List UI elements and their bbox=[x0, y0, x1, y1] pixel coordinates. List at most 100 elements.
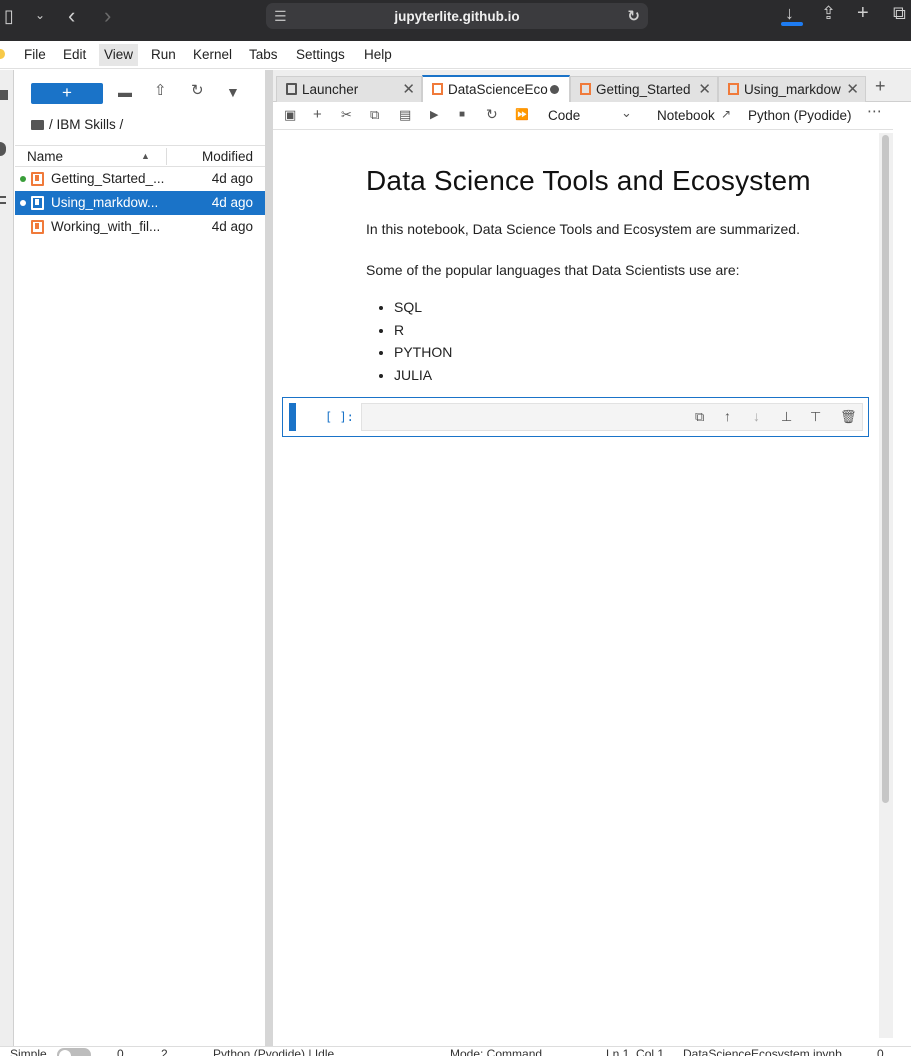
menu-run[interactable]: Run bbox=[146, 44, 181, 66]
tab-using-markdown[interactable]: Using_markdow ✕ bbox=[718, 76, 866, 102]
cell-type-select[interactable]: Code bbox=[548, 108, 580, 123]
languages-list: SQL R PYTHON JULIA bbox=[394, 296, 452, 386]
menu-settings[interactable]: Settings bbox=[291, 44, 350, 66]
toc-icon[interactable] bbox=[0, 196, 6, 204]
notebook-scrollbar[interactable] bbox=[879, 133, 893, 1038]
notification-count[interactable]: 0 bbox=[877, 1048, 884, 1056]
back-icon[interactable]: ‹ bbox=[68, 5, 75, 27]
open-external-icon[interactable]: ↗ bbox=[721, 108, 731, 120]
save-icon[interactable]: ▣ bbox=[284, 108, 296, 121]
name-column-header[interactable]: Name bbox=[27, 149, 63, 164]
filter-icon[interactable]: ▼ bbox=[226, 85, 240, 99]
run-icon[interactable]: ▶ bbox=[430, 110, 438, 121]
jupyter-menubar: File Edit View Run Kernel Tabs Settings … bbox=[0, 41, 911, 69]
paste-icon[interactable]: ▤ bbox=[399, 108, 411, 121]
cursor-position[interactable]: Ln 1, Col 1 bbox=[606, 1048, 664, 1056]
terminal-count[interactable]: 0 bbox=[117, 1048, 124, 1056]
menu-tabs[interactable]: Tabs bbox=[244, 44, 283, 66]
tab-launcher[interactable]: Launcher ✕ bbox=[276, 76, 422, 102]
file-row[interactable]: Working_with_fil... 4d ago bbox=[15, 215, 265, 239]
sidebar-toggle-icon[interactable]: ▯ bbox=[4, 7, 14, 25]
close-icon[interactable]: ✕ bbox=[402, 80, 415, 98]
code-cell[interactable]: [ ]: ⧉ ↑ ↓ ⊥ ⊤ 🗑 bbox=[282, 397, 869, 437]
panel-splitter[interactable] bbox=[265, 70, 273, 1056]
status-bar: Simple 0 2 Python (Pyodide) | Idle Mode:… bbox=[0, 1046, 911, 1056]
command-mode: Mode: Command bbox=[450, 1047, 543, 1056]
run-all-icon[interactable]: ⏩ bbox=[515, 110, 529, 121]
tab-label: Using_markdow bbox=[744, 82, 841, 97]
kernel-count[interactable]: 2 bbox=[161, 1048, 168, 1056]
unsaved-indicator-icon[interactable] bbox=[550, 85, 559, 94]
add-tab-icon[interactable]: + bbox=[875, 76, 886, 97]
running-indicator-icon bbox=[20, 176, 26, 182]
file-name: Using_markdow... bbox=[51, 195, 159, 210]
file-browser-toolbar: + ▬ ⇧ ↻ ▼ bbox=[15, 70, 265, 112]
insert-cell-icon[interactable]: + bbox=[313, 107, 322, 122]
running-indicator-icon bbox=[20, 200, 26, 206]
notebook-heading: Data Science Tools and Ecosystem bbox=[366, 165, 811, 196]
file-modified: 4d ago bbox=[211, 219, 253, 234]
intro-paragraph: In this notebook, Data Science Tools and… bbox=[366, 221, 800, 237]
url-text: jupyterlite.github.io bbox=[394, 8, 520, 24]
new-launcher-button[interactable]: + bbox=[31, 83, 103, 104]
cell-collapser[interactable] bbox=[289, 403, 296, 431]
tab-overview-icon[interactable]: ⧉ bbox=[893, 4, 906, 22]
list-item: PYTHON bbox=[394, 341, 452, 364]
sort-ascending-icon: ▲ bbox=[141, 151, 150, 161]
new-folder-icon[interactable]: ▬ bbox=[118, 85, 132, 99]
kernel-status[interactable]: Python (Pyodide) | Idle bbox=[213, 1048, 334, 1056]
upload-icon[interactable]: ⇧ bbox=[154, 83, 167, 98]
notebook-toolbar: ▣ + ✂ ⧉ ▤ ▶ ■ ↻ ⏩ Code ⌄ Notebook ↗ Pyth… bbox=[273, 102, 893, 130]
copy-icon[interactable]: ⧉ bbox=[370, 108, 379, 121]
file-browser-icon[interactable] bbox=[0, 90, 8, 100]
menu-view[interactable]: View bbox=[99, 44, 139, 66]
chevron-down-icon[interactable]: ⌄ bbox=[35, 9, 45, 21]
list-item: JULIA bbox=[394, 364, 452, 387]
move-up-icon[interactable]: ↑ bbox=[724, 409, 731, 423]
file-list-header: Name ▲ Modified bbox=[15, 145, 265, 167]
chevron-down-icon[interactable]: ⌄ bbox=[621, 105, 632, 121]
restart-icon[interactable]: ↻ bbox=[486, 107, 498, 121]
address-bar[interactable]: ☰ jupyterlite.github.io ↻ bbox=[266, 3, 648, 29]
document-tabbar: Launcher ✕ DataScienceEco Getting_Starte… bbox=[273, 70, 911, 102]
menu-edit[interactable]: Edit bbox=[58, 44, 91, 66]
delete-cell-icon[interactable]: 🗑 bbox=[840, 410, 857, 423]
modified-column-header[interactable]: Modified bbox=[202, 149, 253, 164]
menu-help[interactable]: Help bbox=[359, 44, 397, 66]
refresh-icon[interactable]: ↻ bbox=[191, 83, 204, 98]
duplicate-cell-icon[interactable]: ⧉ bbox=[695, 410, 704, 423]
file-modified: 4d ago bbox=[211, 195, 253, 210]
file-row[interactable]: Getting_Started_... 4d ago bbox=[15, 167, 265, 191]
file-row[interactable]: Using_markdow... 4d ago bbox=[15, 191, 265, 215]
stop-icon[interactable]: ■ bbox=[459, 110, 465, 120]
insert-above-icon[interactable]: ⊥ bbox=[781, 410, 792, 423]
file-name: Getting_Started_... bbox=[51, 171, 165, 186]
status-filename: DataScienceEcosystem.ipynb bbox=[683, 1047, 842, 1056]
simple-mode-toggle[interactable] bbox=[57, 1048, 91, 1056]
breadcrumb-path[interactable]: / IBM Skills / bbox=[49, 117, 123, 132]
tab-datascienceeco[interactable]: DataScienceEco bbox=[422, 75, 570, 102]
column-divider[interactable] bbox=[166, 148, 167, 165]
tab-getting-started[interactable]: Getting_Started ✕ bbox=[570, 76, 718, 102]
menu-file[interactable]: File bbox=[19, 44, 51, 66]
kernel-name[interactable]: Python (Pyodide) bbox=[748, 108, 852, 123]
code-editor[interactable]: ⧉ ↑ ↓ ⊥ ⊤ 🗑 bbox=[361, 403, 863, 431]
more-icon[interactable]: ⋯ bbox=[867, 104, 882, 119]
menu-kernel[interactable]: Kernel bbox=[188, 44, 237, 66]
scrollbar-thumb[interactable] bbox=[882, 135, 889, 803]
move-down-icon[interactable]: ↓ bbox=[753, 409, 760, 423]
reload-icon[interactable]: ↻ bbox=[627, 7, 640, 25]
insert-below-icon[interactable]: ⊤ bbox=[810, 410, 821, 423]
cut-icon[interactable]: ✂ bbox=[341, 108, 352, 121]
download-icon[interactable]: ↓ bbox=[785, 4, 794, 22]
notebook-view-label[interactable]: Notebook bbox=[657, 108, 715, 123]
new-tab-icon[interactable]: + bbox=[857, 3, 869, 23]
close-icon[interactable]: ✕ bbox=[698, 80, 711, 98]
page-settings-icon[interactable]: ☰ bbox=[274, 8, 287, 25]
folder-icon[interactable] bbox=[31, 119, 44, 130]
notebook-icon bbox=[31, 220, 44, 234]
share-icon[interactable]: ⇪ bbox=[821, 4, 836, 22]
running-icon[interactable] bbox=[0, 142, 6, 156]
close-icon[interactable]: ✕ bbox=[846, 80, 859, 98]
forward-icon[interactable]: › bbox=[104, 5, 111, 27]
